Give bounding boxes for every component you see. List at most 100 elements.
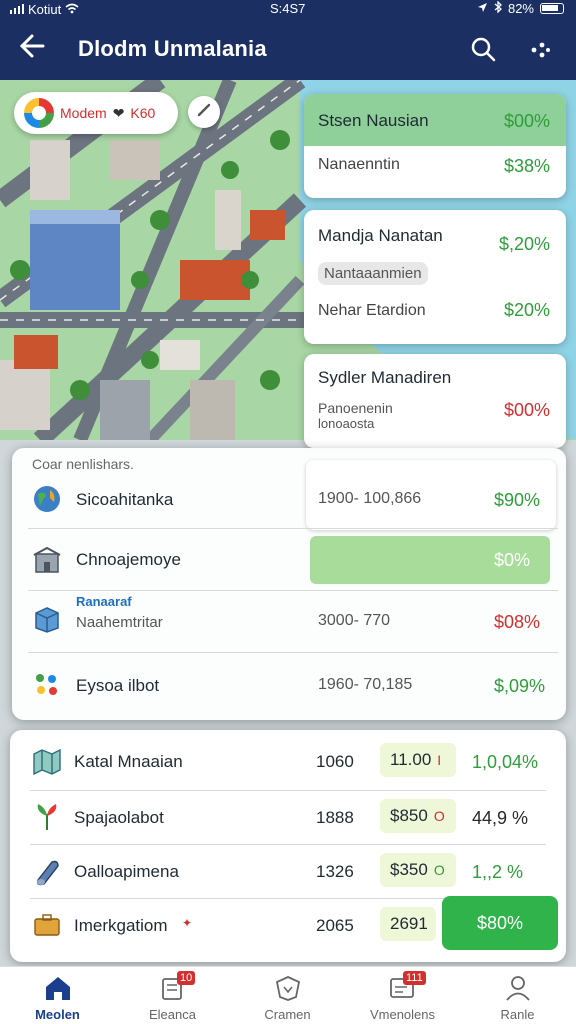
nav-label: Meolen xyxy=(35,1007,80,1022)
row-number: 1326 xyxy=(316,862,354,881)
battery-percent: 82% xyxy=(507,1,534,16)
briefcase-icon xyxy=(32,910,62,940)
globe-icon xyxy=(32,484,62,514)
item-range: 1900- 100,866 xyxy=(318,490,422,507)
row-number: 1060 xyxy=(316,752,354,771)
row-tag: $850 O xyxy=(380,799,456,833)
item-range: 1960- 70,185 xyxy=(318,676,413,693)
heart-icon: ❤ xyxy=(112,104,125,121)
divider xyxy=(28,652,558,653)
list-item[interactable]: Ranaaraf Naahemtritar 3000- 770 $08% xyxy=(12,590,566,650)
clock: S:4S7 xyxy=(270,1,306,16)
details-panel: Katal Mnaaian 1060 11.00 I 1,0,04% Spajao… xyxy=(10,730,566,962)
card-title-value: $00% xyxy=(503,111,550,131)
item-percent: $0% xyxy=(494,550,531,570)
shield-icon xyxy=(274,975,302,1001)
nav-item-vmenolens[interactable]: 111 Vmenolens xyxy=(345,967,460,1024)
card-subtitle: lonoaosta xyxy=(318,416,375,431)
row-tag: 11.00 I xyxy=(380,743,456,777)
row-percent: 44,9 % xyxy=(472,808,529,828)
chip-label: Modem xyxy=(60,105,107,121)
category-panel: Coar nenlishars. Sicoahitanka 1900- 100,… xyxy=(12,448,566,720)
chart-dots-icon xyxy=(32,670,62,700)
box-icon xyxy=(32,604,62,634)
home-icon xyxy=(44,975,72,1001)
row-name: Oalloapimena xyxy=(74,862,179,881)
nav-label: Ranle xyxy=(500,1007,535,1022)
row-name: Spajaolabot xyxy=(74,808,164,827)
row-number: 2065 xyxy=(316,916,354,935)
pencil-icon xyxy=(196,102,212,123)
summary-card[interactable]: Mandja Nanatan $,20% Nantaaanmien Nehar … xyxy=(304,210,566,344)
carrier-name: Kotiut xyxy=(28,1,62,17)
notification-badge: 10 xyxy=(177,971,196,985)
signal-icon xyxy=(10,2,24,17)
nav-item-eleanca[interactable]: 10 Eleanca xyxy=(115,967,230,1024)
nav-label: Cramen xyxy=(264,1007,311,1022)
chip-value: K60 xyxy=(130,105,156,121)
item-subtitle: Ranaaraf xyxy=(76,594,132,609)
row-tag: 2691 xyxy=(380,907,436,941)
bluetooth-icon xyxy=(494,0,502,16)
row-number: 1888 xyxy=(316,808,354,827)
item-name: Sicoahitanka xyxy=(76,490,174,509)
card-subtitle: Panoenenin xyxy=(318,400,393,416)
notification-badge: 111 xyxy=(403,971,426,985)
card-row-value: $38% xyxy=(503,156,550,176)
card-row-label: Nanaenntin xyxy=(318,156,400,173)
card-tag: Nantaaanmien xyxy=(318,262,428,285)
map-location-chip[interactable]: Modem ❤ K60 xyxy=(14,92,178,134)
more-options-icon[interactable] xyxy=(528,38,554,64)
brand-logo-icon xyxy=(24,98,54,128)
item-name: Chnoajemoye xyxy=(76,550,181,569)
row-name: Katal Mnaaian xyxy=(74,752,183,771)
item-range: 3000- 770 xyxy=(318,612,391,629)
table-row[interactable]: Oalloapimena 1326 $350 O 1,,2 % xyxy=(10,844,566,898)
row-tag: $350 O xyxy=(380,853,456,887)
row-percent: 1,,2 % xyxy=(472,862,524,882)
list-item[interactable]: Sicoahitanka 1900- 100,866 $90% xyxy=(12,468,566,528)
card-row-label: Nehar Etardion xyxy=(318,302,426,319)
plant-icon xyxy=(32,802,62,832)
card-subtitle-value: $00% xyxy=(503,400,550,420)
table-row[interactable]: Katal Mnaaian 1060 11.00 I 1,0,04% xyxy=(10,734,566,788)
wifi-icon xyxy=(65,2,79,17)
row-percent: 1,0,04% xyxy=(472,752,539,772)
app-bar: Dlodm Unmalania xyxy=(0,18,576,80)
location-icon xyxy=(477,1,488,16)
primary-action-button[interactable]: $80% xyxy=(442,896,558,950)
list-item[interactable]: Chnoajemoye xyxy=(12,530,566,590)
table-row[interactable]: Spajaolabot 1888 $850 O 44,9 % xyxy=(10,790,566,844)
summary-card[interactable]: Stsen Nausian $00% Nanaenntin $38% xyxy=(304,94,566,198)
card-title: Mandja Nanatan xyxy=(318,226,443,245)
card-title-value: $,20% xyxy=(498,234,550,254)
item-percent: $,09% xyxy=(494,676,546,696)
summary-card[interactable]: Sydler Manadiren Panoenenin lonoaosta $0… xyxy=(304,354,566,448)
map-icon xyxy=(32,746,62,776)
cylinder-icon xyxy=(32,856,62,886)
search-icon[interactable] xyxy=(470,36,496,62)
map-tool-button[interactable] xyxy=(188,96,220,128)
divider xyxy=(28,528,558,529)
back-arrow-icon[interactable] xyxy=(18,32,46,67)
nav-label: Vmenolens xyxy=(369,1007,436,1022)
status-bar: Kotiut S:4S7 82% xyxy=(0,0,576,18)
page-title: Dlodm Unmalania xyxy=(78,36,267,61)
nav-item-cramen[interactable]: Cramen xyxy=(230,967,345,1024)
profile-icon xyxy=(504,975,532,1001)
alert-icon: ✦ xyxy=(182,916,193,930)
item-percent: $08% xyxy=(494,612,541,632)
building-icon xyxy=(32,546,62,576)
card-title: Sydler Manadiren xyxy=(318,368,452,387)
nav-item-home[interactable]: Meolen xyxy=(0,967,115,1024)
list-item[interactable]: Eysoa ilbot 1960- 70,185 $,09% xyxy=(12,654,566,714)
item-name: Eysoa ilbot xyxy=(76,676,160,695)
card-row-value: $20% xyxy=(503,300,550,320)
row-name: Imerkgatiom xyxy=(74,916,168,935)
nav-item-profile[interactable]: Ranle xyxy=(460,967,575,1024)
item-name: Naahemtritar xyxy=(76,614,163,631)
bottom-navigation: Meolen 10 Eleanca Cramen 111 Vmenolens R… xyxy=(0,966,576,1024)
battery-icon xyxy=(540,3,564,14)
item-percent: $90% xyxy=(494,490,541,510)
nav-label: Eleanca xyxy=(149,1007,196,1022)
